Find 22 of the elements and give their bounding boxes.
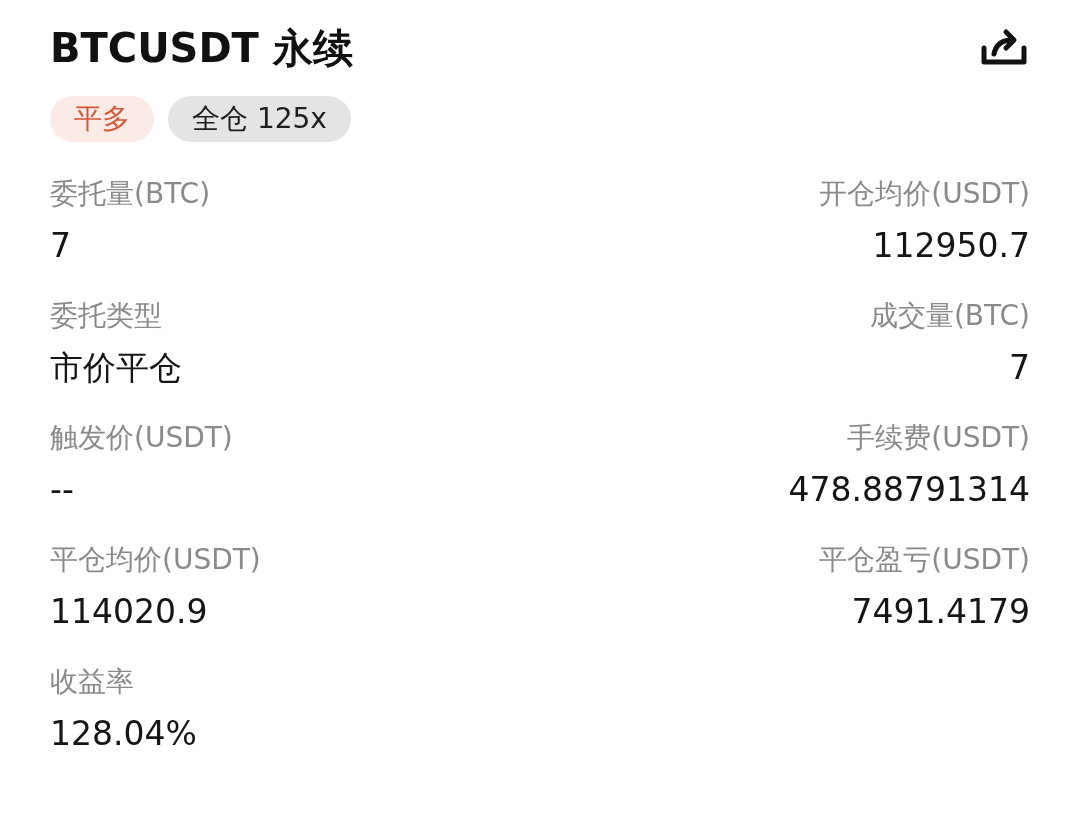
field-value: 7	[1009, 348, 1030, 388]
field-label: 委托类型	[50, 298, 162, 334]
field-value: 112950.7	[872, 226, 1030, 266]
field-value: 7	[50, 226, 71, 266]
field-label: 手续费(USDT)	[847, 420, 1030, 456]
field-label: 平仓均价(USDT)	[50, 542, 261, 578]
tag: 全仓 125x	[168, 96, 351, 142]
field-label: 触发价(USDT)	[50, 420, 233, 456]
field-label: 成交量(BTC)	[869, 298, 1030, 334]
field-value: 478.88791314	[788, 470, 1030, 510]
field-value: 128.04%	[50, 714, 197, 754]
field-value: --	[50, 470, 74, 510]
field-label: 收益率	[50, 664, 134, 700]
share-icon[interactable]	[980, 28, 1028, 68]
order-title: BTCUSDT 永续	[50, 23, 353, 73]
field-value: 7491.4179	[851, 592, 1030, 632]
field-label: 平仓盈亏(USDT)	[819, 542, 1030, 578]
field-value: 市价平仓	[50, 348, 182, 388]
field-label: 委托量(BTC)	[50, 176, 211, 212]
field-value: 114020.9	[50, 592, 208, 632]
tag: 平多	[50, 96, 154, 142]
field-label: 开仓均价(USDT)	[819, 176, 1030, 212]
